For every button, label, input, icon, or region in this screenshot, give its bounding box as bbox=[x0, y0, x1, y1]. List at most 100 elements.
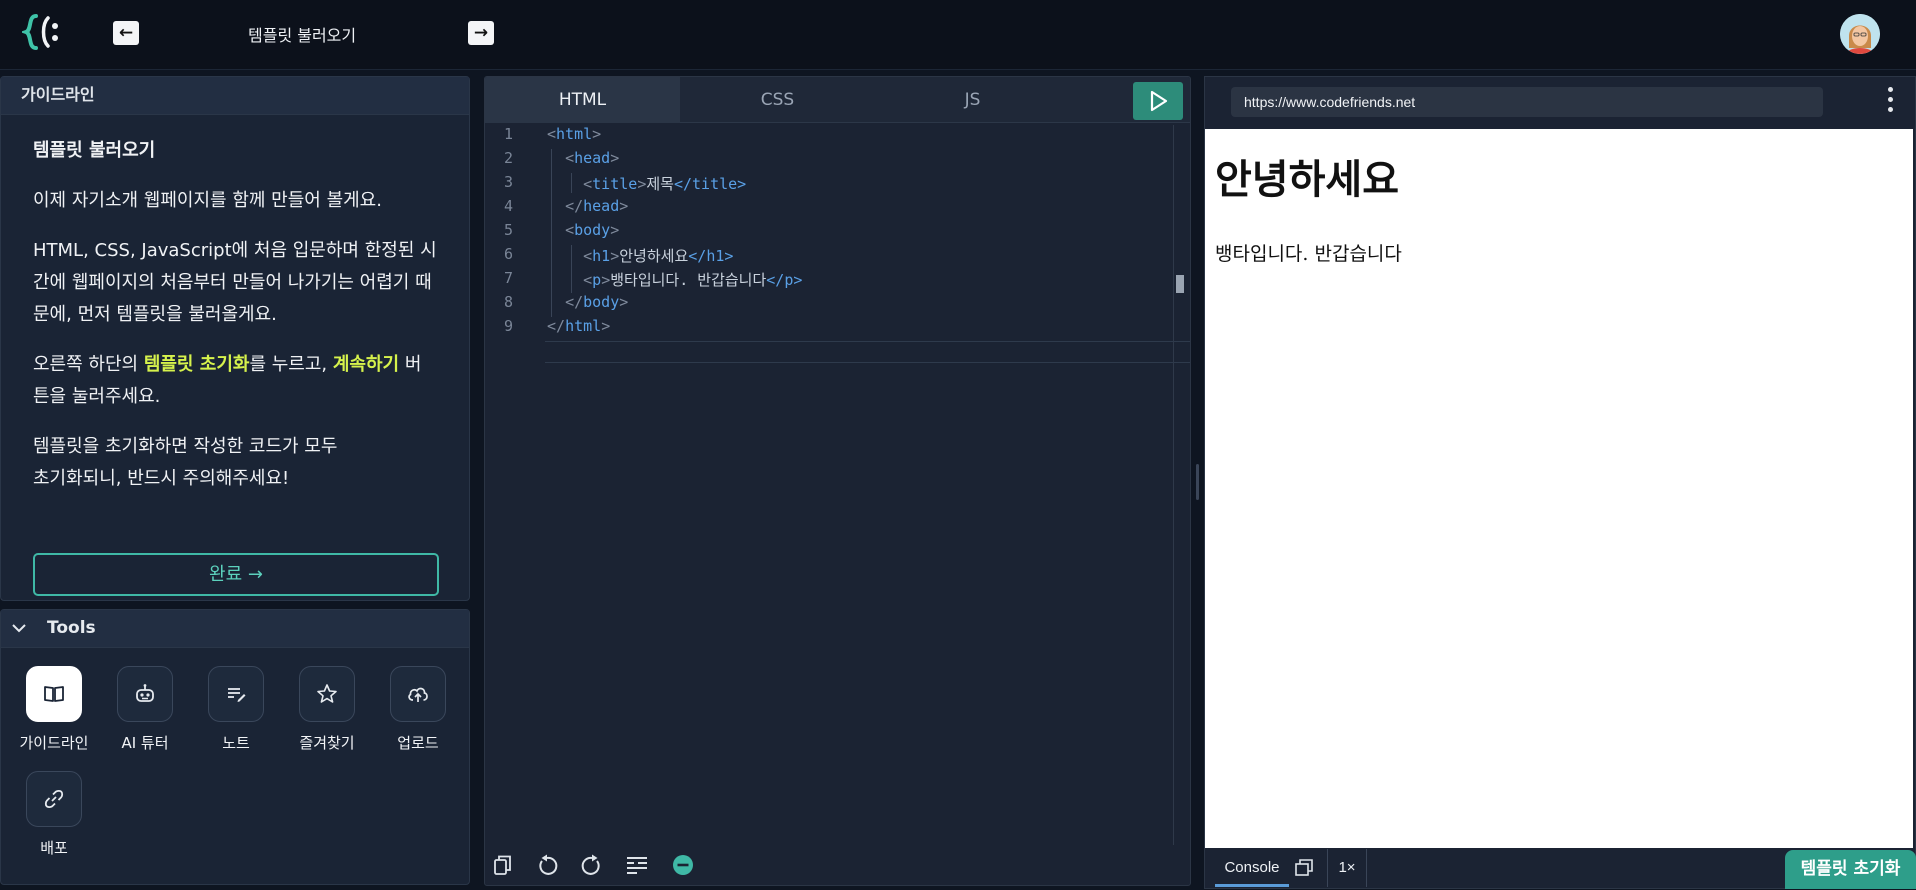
tool-label: AI 튜터 bbox=[121, 734, 169, 752]
tag-bracket: < bbox=[547, 125, 557, 143]
tag-bracket: > bbox=[601, 317, 611, 335]
tag-bracket: < bbox=[565, 149, 575, 167]
code-line: <head> bbox=[547, 149, 619, 167]
guideline-heading: 템플릿 불러오기 bbox=[33, 140, 156, 161]
tag-bracket: </ bbox=[565, 197, 584, 215]
text-content: 뱅타입니다. 반갑습니다 bbox=[610, 271, 767, 289]
tag-name: html bbox=[565, 317, 602, 335]
line-number: 9 bbox=[503, 317, 513, 335]
tag-bracket: > bbox=[601, 271, 611, 289]
star-icon[interactable] bbox=[299, 666, 355, 722]
cloud-upload-icon[interactable] bbox=[390, 666, 446, 722]
tag-bracket: > bbox=[610, 247, 620, 265]
highlight-reset: 템플릿 초기화 bbox=[143, 354, 250, 375]
text: 템플릿을 초기화하면 작성한 코드가 모두 bbox=[33, 436, 338, 457]
tag-name: html bbox=[556, 125, 593, 143]
tool-favorites[interactable]: 즐겨찾기 bbox=[282, 666, 372, 753]
code-line: </head> bbox=[547, 197, 628, 215]
tab-html[interactable]: HTML bbox=[485, 77, 680, 123]
tag-name: p bbox=[592, 271, 602, 289]
code-line: <title>제목</title> bbox=[547, 173, 746, 194]
code-line: </html> bbox=[547, 317, 610, 335]
closing-tag: </title> bbox=[673, 175, 747, 193]
avatar[interactable] bbox=[1840, 14, 1880, 54]
tab-css[interactable]: CSS bbox=[680, 77, 875, 123]
page-title: 템플릿 불러오기 bbox=[248, 26, 357, 45]
tag-bracket: > bbox=[637, 175, 647, 193]
editor-scrollbar[interactable] bbox=[1173, 125, 1174, 845]
codefriends-logo[interactable] bbox=[22, 10, 66, 54]
tag-bracket: > bbox=[610, 221, 620, 239]
tool-label: 즐겨찾기 bbox=[299, 734, 355, 752]
book-icon[interactable] bbox=[26, 666, 82, 722]
tab-js[interactable]: JS bbox=[875, 77, 1070, 123]
tools-title: Tools bbox=[47, 618, 96, 638]
preview-heading: 안녕하세요 bbox=[1215, 157, 1399, 203]
tag-bracket: > bbox=[619, 293, 629, 311]
more-options-icon[interactable] bbox=[1888, 87, 1894, 117]
tag-bracket: > bbox=[619, 197, 629, 215]
undo-icon[interactable] bbox=[535, 853, 559, 877]
link-icon[interactable] bbox=[26, 771, 82, 827]
line-number: 4 bbox=[503, 197, 513, 215]
guideline-header: 가이드라인 bbox=[1, 77, 469, 115]
run-button[interactable] bbox=[1133, 82, 1183, 120]
tag-bracket: </ bbox=[547, 317, 566, 335]
tool-upload[interactable]: 업로드 bbox=[373, 666, 463, 753]
tag-bracket: > bbox=[610, 149, 620, 167]
editor-tabs: HTML CSS JS bbox=[485, 77, 1190, 123]
url-bar[interactable]: https://www.codefriends.net bbox=[1231, 87, 1823, 117]
copy-icon[interactable] bbox=[491, 853, 515, 877]
closing-tag: </p> bbox=[766, 271, 803, 289]
guideline-paragraph: 이제 자기소개 웹페이지를 함께 만들어 볼게요. bbox=[33, 190, 382, 211]
line-number: 1 bbox=[503, 125, 513, 143]
code-line: <html> bbox=[547, 125, 601, 143]
tab-console[interactable]: Console bbox=[1215, 849, 1289, 887]
redo-icon[interactable] bbox=[580, 853, 604, 877]
guideline-paragraph: 오른쪽 하단의 템플릿 초기화를 누르고, 계속하기 버튼을 눌러주세요. bbox=[33, 349, 437, 413]
top-bar: ← 템플릿 불러오기 → bbox=[0, 0, 1916, 70]
tool-label: 배포 bbox=[40, 839, 68, 857]
editor-toolbar bbox=[485, 841, 1190, 885]
tools-panel: Tools 가이드라인 AI 튜터 노트 즐겨찾기 업로드 배포 bbox=[0, 609, 470, 885]
chevron-down-icon[interactable] bbox=[11, 620, 27, 636]
tool-label: 업로드 bbox=[397, 734, 439, 752]
line-number: 3 bbox=[503, 173, 513, 191]
tool-deploy[interactable]: 배포 bbox=[9, 771, 99, 858]
text-content: 안녕하세요 bbox=[619, 247, 689, 265]
tag-bracket: < bbox=[583, 175, 593, 193]
text: 를 누르고, bbox=[249, 354, 333, 375]
tag-bracket: < bbox=[583, 247, 593, 265]
tool-guideline[interactable]: 가이드라인 bbox=[9, 666, 99, 753]
guideline-paragraph: 템플릿을 초기화하면 작성한 코드가 모두 초기화되니, 반드시 주의해주세요! bbox=[33, 431, 437, 495]
format-icon[interactable] bbox=[625, 853, 649, 877]
line-number: 8 bbox=[503, 293, 513, 311]
code-line: <h1>안녕하세요</h1> bbox=[547, 245, 733, 266]
line-number: 2 bbox=[503, 149, 513, 167]
tool-ai-tutor[interactable]: AI 튜터 bbox=[100, 666, 190, 753]
reset-template-button[interactable]: 템플릿 초기화 bbox=[1785, 850, 1916, 889]
resize-handle[interactable] bbox=[1196, 464, 1199, 500]
tag-name: h1 bbox=[592, 247, 611, 265]
popout-icon[interactable] bbox=[1293, 857, 1315, 879]
zoom-out-icon[interactable] bbox=[671, 853, 695, 877]
tools-header[interactable]: Tools bbox=[1, 610, 469, 648]
note-icon[interactable] bbox=[208, 666, 264, 722]
preview-frame[interactable]: 안녕하세요 뱅타입니다. 반갑습니다 bbox=[1205, 129, 1913, 848]
tag-name: body bbox=[583, 293, 620, 311]
speed-toggle[interactable]: 1× bbox=[1327, 849, 1367, 887]
complete-button[interactable]: 완료 → bbox=[33, 553, 439, 596]
line-number: 7 bbox=[503, 269, 513, 287]
scroll-marker bbox=[1176, 275, 1184, 293]
line-number: 5 bbox=[503, 221, 513, 239]
tool-note[interactable]: 노트 bbox=[191, 666, 281, 753]
arrow-right-icon[interactable]: → bbox=[468, 21, 494, 45]
current-line-highlight bbox=[545, 341, 1190, 363]
guideline-paragraph: HTML, CSS, JavaScript에 처음 입문하며 한정된 시간에 웹… bbox=[33, 240, 437, 325]
arrow-left-icon[interactable]: ← bbox=[113, 21, 139, 45]
robot-icon[interactable] bbox=[117, 666, 173, 722]
preview-paragraph: 뱅타입니다. 반갑습니다 bbox=[1215, 243, 1402, 265]
